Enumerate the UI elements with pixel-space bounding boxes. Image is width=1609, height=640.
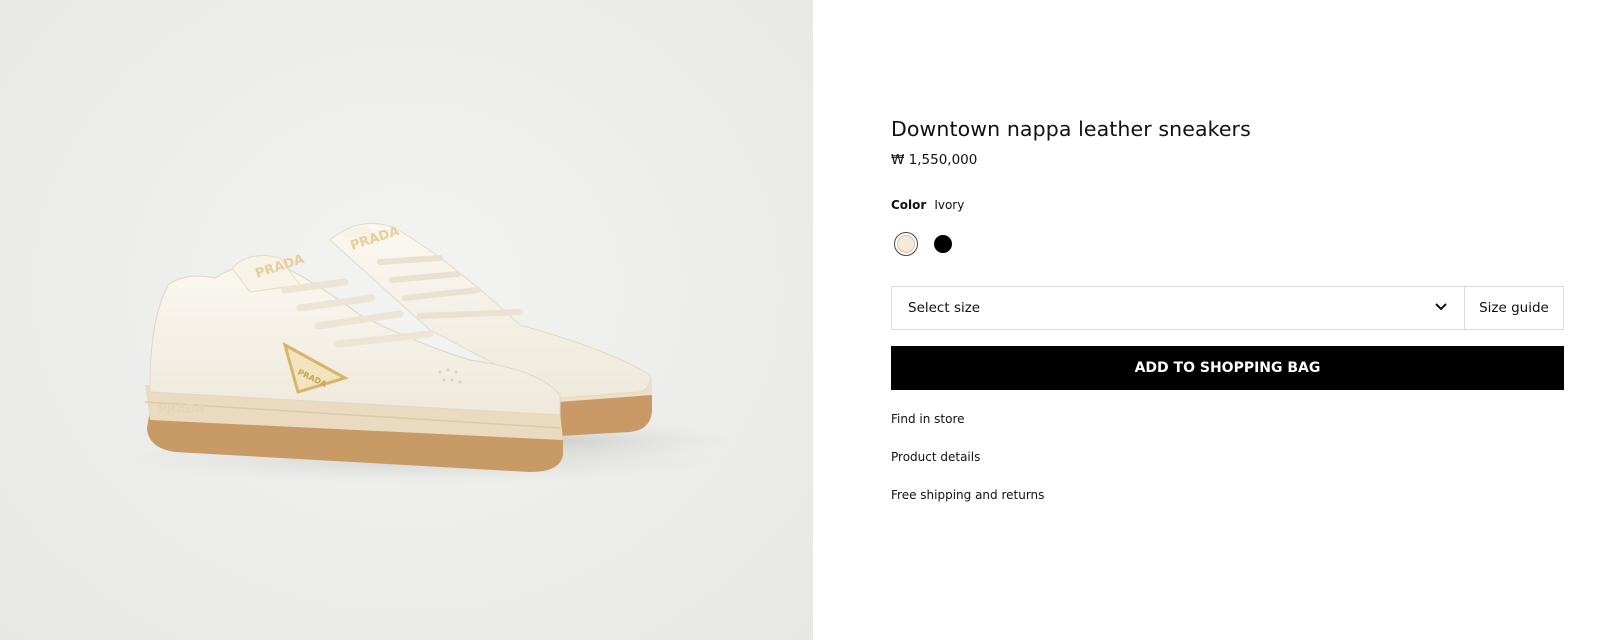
product-image: PRADA PRADA PRADA PRADA <box>0 0 813 640</box>
product-title: Downtown nappa leather sneakers <box>891 117 1251 141</box>
color-swatches <box>894 232 955 256</box>
shipping-link[interactable]: Free shipping and returns <box>891 488 1044 502</box>
swatch-black-dot <box>934 235 952 253</box>
find-in-store-link[interactable]: Find in store <box>891 412 965 426</box>
heel-logo-text: PRADA <box>158 402 205 416</box>
swatch-ivory[interactable] <box>894 232 918 256</box>
product-details-link[interactable]: Product details <box>891 450 980 464</box>
swatch-ivory-dot <box>897 235 915 253</box>
product-price: ₩ 1,550,000 <box>891 152 978 168</box>
color-label: Color <box>891 198 927 212</box>
size-guide-link[interactable]: Size guide <box>1465 287 1563 329</box>
sneaker-illustration: PRADA PRADA PRADA PRADA <box>120 223 730 484</box>
size-select-label: Select size <box>908 300 981 316</box>
size-select[interactable]: Select size <box>892 287 1465 329</box>
swatch-black[interactable] <box>931 232 955 256</box>
size-row: Select size Size guide <box>891 286 1564 330</box>
chevron-down-icon <box>1434 300 1448 316</box>
add-to-bag-button[interactable]: ADD TO SHOPPING BAG <box>891 346 1564 390</box>
color-row: Color Ivory <box>891 198 964 212</box>
product-info-panel: Downtown nappa leather sneakers ₩ 1,550,… <box>891 0 1564 640</box>
color-value: Ivory <box>934 198 965 212</box>
